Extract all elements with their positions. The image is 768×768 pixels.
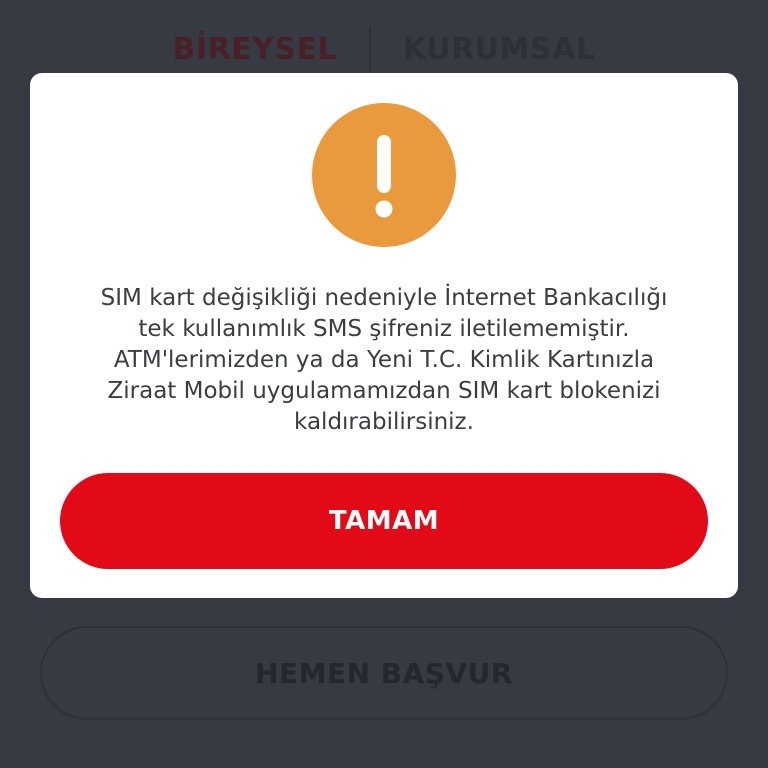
tab-kurumsal[interactable]: KURUMSAL	[371, 32, 627, 67]
tab-bireysel[interactable]: BİREYSEL	[141, 32, 370, 67]
alert-dialog: SIM kart değişikliği nedeniyle İnternet …	[30, 73, 738, 598]
message-line: Ziraat Mobil uygulamamızdan SIM kart blo…	[107, 378, 661, 404]
message-line: tek kullanımlık SMS şifreniz iletilememi…	[138, 316, 630, 342]
app-screen: BİREYSEL KURUMSAL HEMEN BAŞVUR SIM kart …	[0, 0, 768, 768]
message-line: ATM'lerimizden ya da Yeni T.C. Kimlik Ka…	[113, 347, 655, 373]
warning-badge	[312, 103, 456, 247]
ok-button[interactable]: TAMAM	[60, 473, 708, 569]
apply-now-button[interactable]: HEMEN BAŞVUR	[40, 626, 728, 720]
customer-type-segment: BİREYSEL KURUMSAL	[0, 24, 768, 74]
alert-message: SIM kart değişikliği nedeniyle İnternet …	[50, 283, 718, 438]
message-line: kaldırabilirsiniz.	[294, 409, 474, 435]
exclamation-icon	[375, 135, 393, 218]
message-line: SIM kart değişikliği nedeniyle İnternet …	[100, 285, 668, 311]
